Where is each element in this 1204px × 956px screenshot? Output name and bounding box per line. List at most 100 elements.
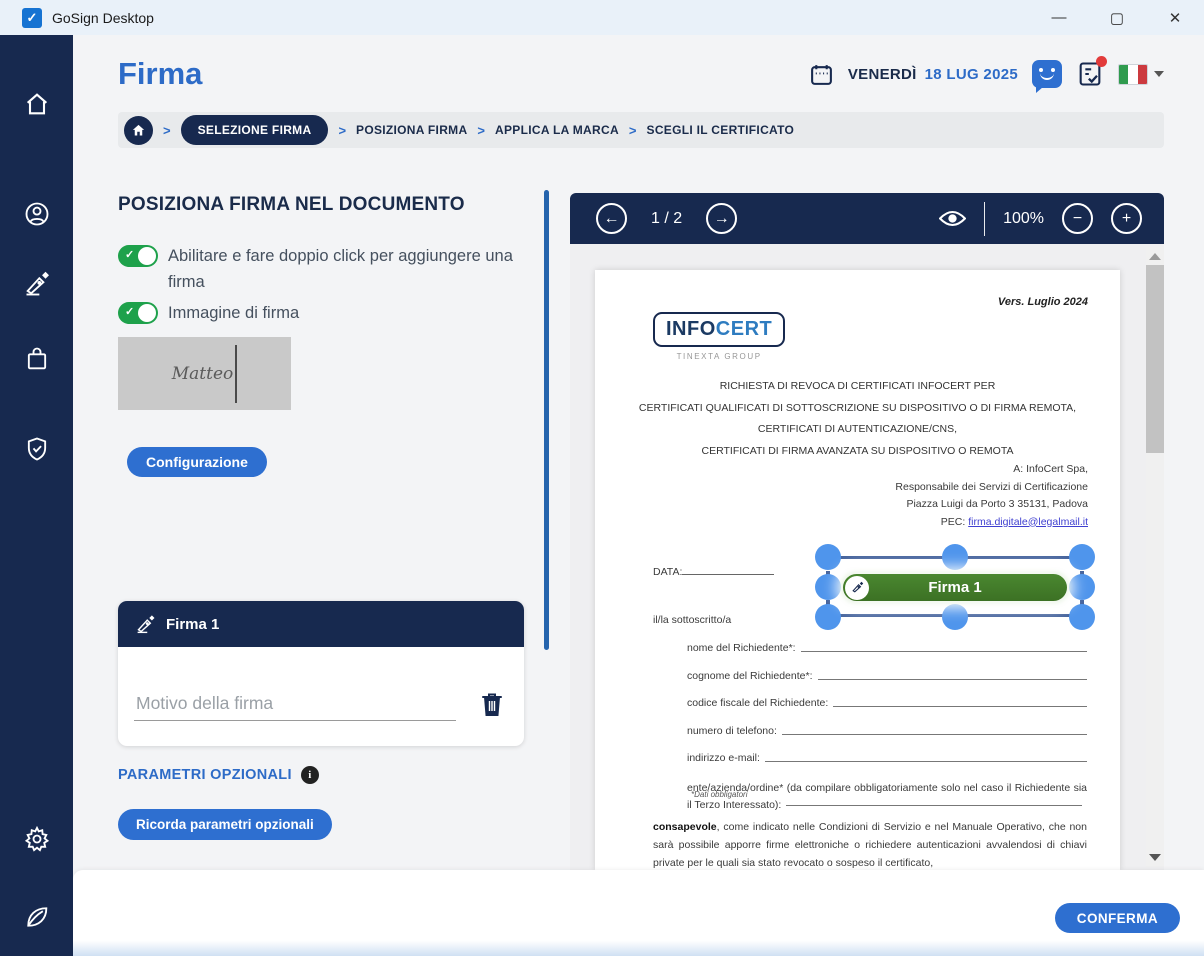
sidebar <box>0 35 73 956</box>
document-viewer[interactable]: Vers. Luglio 2024 INFOCERT TINEXTA GROUP… <box>570 244 1164 870</box>
italian-flag-icon <box>1118 64 1148 85</box>
pen-badge <box>845 576 869 600</box>
resize-handle-bottom-left[interactable] <box>815 604 841 630</box>
signature-reason-input[interactable] <box>134 687 456 721</box>
logo-subtitle: TINEXTA GROUP <box>653 352 785 361</box>
breadcrumb: > SELEZIONE FIRMA > POSIZIONA FIRMA > AP… <box>118 112 1164 148</box>
pec-label: PEC: <box>941 516 968 528</box>
delete-signature-button[interactable] <box>480 691 504 717</box>
sidebar-item-signature[interactable] <box>23 270 51 298</box>
confirm-button[interactable]: CONFERMA <box>1055 903 1180 933</box>
header-right: VENERDÌ 18 LUG 2025 <box>809 60 1164 88</box>
breadcrumb-step-posiziona-firma[interactable]: POSIZIONA FIRMA <box>356 123 467 137</box>
doc-address-line: Piazza Luigi da Porto 3 35131, Padova <box>895 498 1088 510</box>
signature-card-title: Firma 1 <box>166 616 219 633</box>
sidebar-item-home[interactable] <box>23 90 51 118</box>
doc-title-line: CERTIFICATI DI FIRMA AVANZATA SU DISPOSI… <box>595 445 1120 457</box>
signature-pen-icon <box>135 614 156 635</box>
maximize-button[interactable]: ▢ <box>1088 0 1146 35</box>
doc-footer-paragraph: consapevole, come indicato nelle Condizi… <box>653 818 1087 870</box>
resize-handle-top-right[interactable] <box>1069 544 1095 570</box>
signature-image-preview: Matteo <box>118 337 291 410</box>
signature-image-toggle[interactable]: ✓ <box>118 302 158 324</box>
doc-form-fields: nome del Richiedente*: cognome del Richi… <box>687 642 1087 829</box>
trash-icon <box>480 691 504 717</box>
resize-handle-middle-left[interactable] <box>815 574 841 600</box>
doc-required-note: *Dati obbligatori <box>691 790 747 799</box>
resize-handle-bottom-right[interactable] <box>1069 604 1095 630</box>
viewer-toolbar: ← 1 / 2 → 100% − + <box>570 193 1164 244</box>
logo-text-info: INFO <box>666 318 716 340</box>
resize-handle-middle-right[interactable] <box>1069 574 1095 600</box>
sidebar-item-security[interactable] <box>23 435 51 463</box>
notification-dot <box>1096 56 1107 67</box>
page-title: Firma <box>118 56 202 92</box>
form-field: codice fiscale del Richiedente: <box>687 697 1087 709</box>
signature-pen-icon <box>851 581 864 594</box>
header-weekday: VENERDÌ <box>848 66 917 83</box>
window-title: GoSign Desktop <box>52 10 154 26</box>
form-field: numero di telefono: <box>687 725 1087 737</box>
info-icon[interactable]: i <box>301 766 319 784</box>
leaf-icon <box>23 903 51 931</box>
zoom-level: 100% <box>1003 210 1044 228</box>
remember-params-button[interactable]: Ricorda parametri opzionali <box>118 809 332 840</box>
signature-field-pill[interactable]: Firma 1 <box>843 574 1067 601</box>
optional-params-row: PARAMETRI OPZIONALI i <box>118 766 319 784</box>
sidebar-item-shop[interactable] <box>23 345 51 373</box>
next-page-button[interactable]: → <box>706 203 737 234</box>
double-click-toggle[interactable]: ✓ <box>118 245 158 267</box>
title-bar: ✓ GoSign Desktop — ▢ ✕ <box>0 0 1204 35</box>
zoom-in-button[interactable]: + <box>1111 203 1142 234</box>
pec-link[interactable]: firma.digitale@legalmail.it <box>968 516 1088 528</box>
chevron-right-icon: > <box>629 123 637 138</box>
viewer-scrollbar[interactable] <box>1146 247 1164 867</box>
language-selector[interactable] <box>1118 64 1164 85</box>
configure-button[interactable]: Configurazione <box>127 447 267 477</box>
resize-handle-top-left[interactable] <box>815 544 841 570</box>
close-button[interactable]: ✕ <box>1146 0 1204 35</box>
sidebar-item-profile[interactable] <box>23 200 51 228</box>
doc-subscriber-line: il/la sottoscritto/a <box>653 614 731 626</box>
doc-title-line: CERTIFICATI QUALIFICATI DI SOTTOSCRIZION… <box>595 402 1120 414</box>
form-field: indirizzo e-mail: <box>687 752 1087 764</box>
shield-check-icon <box>23 435 51 463</box>
doc-address-line: A: InfoCert Spa, <box>895 463 1088 475</box>
toggle-label: Immagine di firma <box>168 300 299 326</box>
panel-scrollbar[interactable] <box>544 190 549 650</box>
toggle-row-signature-image: ✓ Immagine di firma <box>118 300 530 326</box>
minimize-button[interactable]: — <box>1030 0 1088 35</box>
resize-handle-top-center[interactable] <box>942 544 968 570</box>
chevron-right-icon: > <box>477 123 485 138</box>
resize-handle-bottom-center[interactable] <box>942 604 968 630</box>
sidebar-item-settings[interactable] <box>23 825 51 853</box>
doc-address-line: Responsabile dei Servizi di Certificazio… <box>895 481 1088 493</box>
doc-title-line: RICHIESTA DI REVOCA DI CERTIFICATI INFOC… <box>595 380 1120 392</box>
signature-pen-icon <box>23 270 51 298</box>
signature-card: Firma 1 <box>118 601 524 746</box>
breadcrumb-step-scegli-il-certificato[interactable]: SCEGLI IL CERTIFICATO <box>647 123 795 137</box>
tasks-icon[interactable] <box>1076 60 1104 88</box>
breadcrumb-step-selezione-firma[interactable]: SELEZIONE FIRMA <box>181 115 329 145</box>
doc-address-block: A: InfoCert Spa, Responsabile dei Serviz… <box>895 463 1088 533</box>
previous-page-button[interactable]: ← <box>596 203 627 234</box>
zoom-out-button[interactable]: − <box>1062 203 1093 234</box>
signature-placement-overlay[interactable]: Firma 1 <box>815 544 1095 630</box>
breadcrumb-home-button[interactable] <box>124 116 153 145</box>
breadcrumb-step-applica-la-marca[interactable]: APPLICA LA MARCA <box>495 123 619 137</box>
preview-eye-icon[interactable] <box>939 209 966 228</box>
logo-text-cert: CERT <box>716 318 772 340</box>
chevron-right-icon: > <box>338 123 346 138</box>
bottom-action-bar: CONFERMA <box>73 870 1204 956</box>
sidebar-item-eco[interactable] <box>23 903 51 931</box>
doc-version: Vers. Luglio 2024 <box>998 296 1088 308</box>
signature-card-header: Firma 1 <box>118 601 524 647</box>
optional-params-label: PARAMETRI OPZIONALI <box>118 767 292 783</box>
scrollbar-thumb[interactable] <box>1146 265 1164 453</box>
feedback-chat-icon[interactable] <box>1032 60 1062 88</box>
calendar-icon <box>809 62 834 87</box>
home-icon <box>131 123 146 138</box>
scroll-down-arrow[interactable] <box>1149 854 1161 861</box>
app-logo-icon: ✓ <box>22 8 42 28</box>
scroll-up-arrow[interactable] <box>1149 253 1161 260</box>
